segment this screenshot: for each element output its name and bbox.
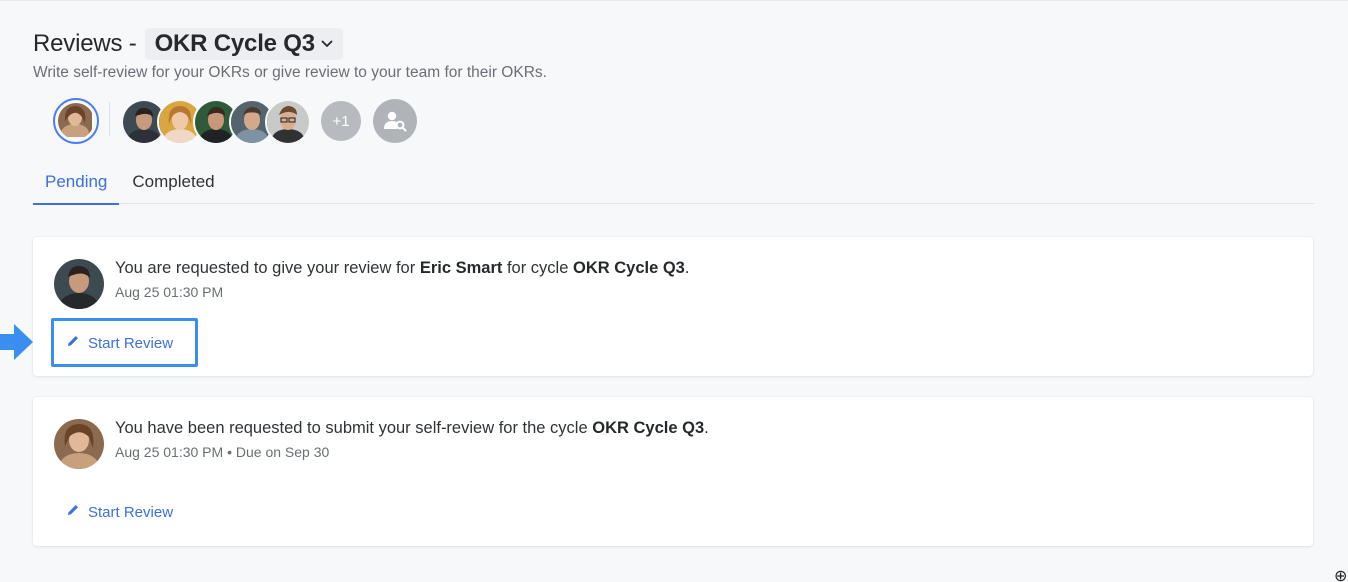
reviews-page: Reviews - OKR Cycle Q3 Write self-review… (33, 26, 1314, 546)
review-request-text: You are requested to give your review fo… (115, 257, 689, 300)
tab-completed[interactable]: Completed (119, 168, 226, 204)
start-review-label: Start Review (88, 503, 174, 521)
top-border (0, 0, 1348, 1)
page-title: Reviews - (33, 30, 137, 57)
message-text: You have been requested to submit your s… (115, 419, 593, 437)
cycle-name: OKR Cycle Q3 (572, 259, 685, 277)
requester-avatar (54, 259, 104, 309)
more-people-badge[interactable]: +1 (319, 99, 363, 143)
self-review-text: You have been requested to submit your s… (115, 417, 709, 460)
review-request-message: You are requested to give your review fo… (115, 257, 689, 279)
self-review-card: You have been requested to submit your s… (33, 397, 1313, 546)
pointer-arrow-icon (0, 322, 34, 367)
message-text: You are requested to give your review fo… (115, 259, 420, 277)
cycle-dropdown[interactable]: OKR Cycle Q3 (144, 28, 343, 60)
pencil-icon (66, 334, 80, 352)
page-subtitle: Write self-review for your OKRs or give … (33, 64, 547, 81)
avatar-divider (109, 102, 110, 136)
self-avatar[interactable] (53, 98, 99, 144)
review-request-card: You are requested to give your review fo… (33, 237, 1313, 376)
message-text: . (684, 259, 690, 277)
team-member-avatar[interactable] (265, 99, 311, 145)
people-selector: +1 (33, 94, 1314, 146)
cycle-name: OKR Cycle Q3 (592, 419, 705, 437)
page-header: Reviews - OKR Cycle Q3 (33, 26, 1314, 62)
self-review-meta: Aug 25 01:30 PM • Due on Sep 30 (115, 444, 709, 460)
review-timestamp: Aug 25 01:30 PM (115, 284, 224, 300)
self-review-avatar (54, 419, 104, 469)
tab-pending[interactable]: Pending (33, 168, 120, 205)
cycle-dropdown-label: OKR Cycle Q3 (154, 30, 316, 57)
due-date: Due on Sep 30 (235, 444, 330, 460)
message-text: for cycle (502, 259, 573, 277)
meta-separator: • (223, 444, 236, 460)
self-review-message: You have been requested to submit your s… (115, 417, 709, 439)
chevron-down-icon (321, 40, 333, 48)
start-review-label: Start Review (88, 334, 174, 352)
message-text: . (704, 419, 709, 437)
start-self-review-button[interactable]: Start Review (66, 503, 173, 521)
review-timestamp: Aug 25 01:30 PM (115, 444, 224, 460)
corner-plus-icon: ⊕ (1334, 568, 1348, 582)
pencil-icon (66, 503, 80, 521)
user-search-icon[interactable] (373, 99, 417, 143)
review-tabs: Pending Completed (33, 168, 1314, 205)
start-review-button[interactable]: Start Review (66, 334, 173, 352)
reviewee-name: Eric Smart (419, 259, 503, 277)
